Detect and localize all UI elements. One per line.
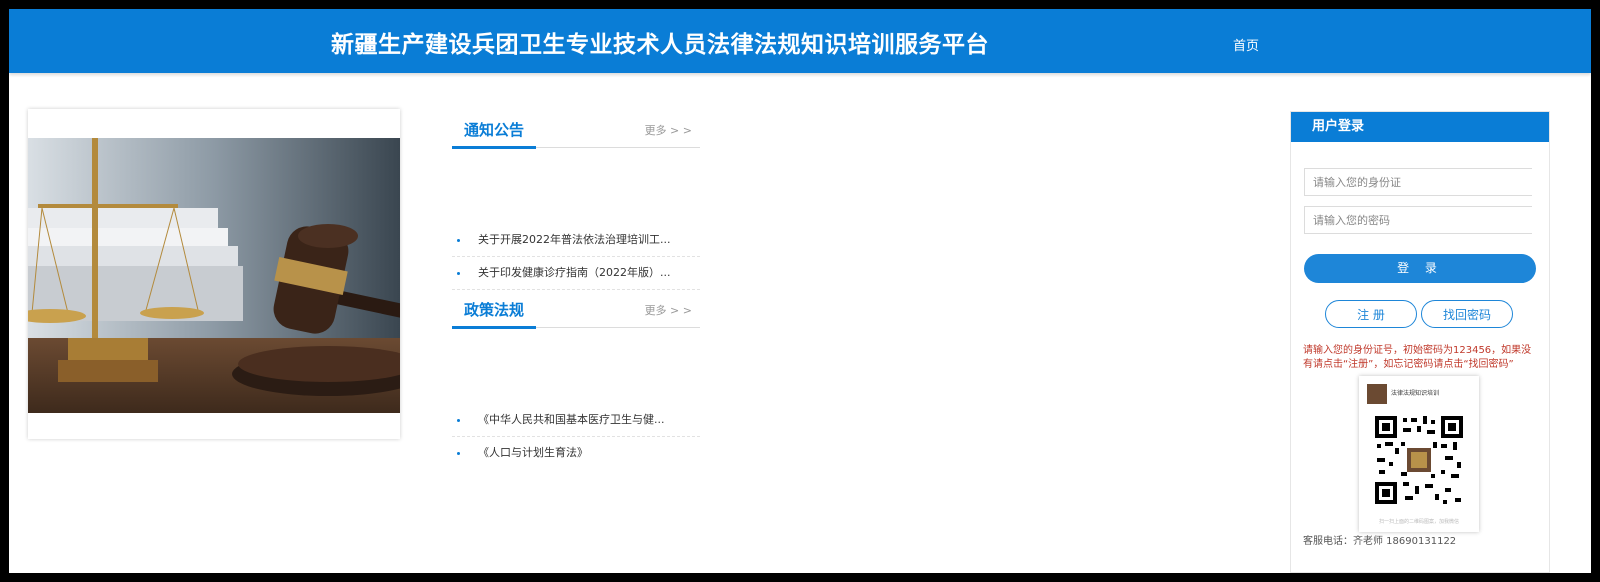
list-item[interactable]: 《中华人民共和国基本医疗卫生与健... (452, 404, 700, 437)
list-item[interactable]: 《人口与计划生育法》 (452, 437, 700, 469)
page: 新疆生产建设兵团卫生专业技术人员法律法规知识培训服务平台 首页 通知公告 更多 … (9, 9, 1591, 573)
policies-more-link[interactable]: 更多 > > (645, 302, 692, 318)
site-title: 新疆生产建设兵团卫生专业技术人员法律法规知识培训服务平台 (331, 32, 989, 58)
wechat-qr-card: 法律法规知识培训 扫一扫上面的二维码图案，加我微信 (1359, 376, 1479, 532)
bullet-icon (457, 452, 460, 455)
recover-password-button[interactable]: 找回密码 (1421, 300, 1513, 328)
list-item-label: 关于印发健康诊疗指南（2022年版）... (478, 266, 671, 279)
bullet-icon (457, 272, 460, 275)
register-button[interactable]: 注 册 (1325, 300, 1417, 328)
gavel-scales-illustration (28, 138, 400, 413)
qr-footer: 扫一扫上面的二维码图案，加我微信 (1378, 519, 1459, 525)
nav-home-link[interactable]: 首页 (1233, 35, 1259, 54)
bullet-icon (457, 239, 460, 242)
banner-image (28, 109, 400, 439)
list-item-label: 关于开展2022年普法依法治理培训工... (478, 233, 671, 246)
qr-code-icon (1373, 414, 1465, 506)
notices-title: 通知公告 (464, 121, 525, 139)
list-item-label: 《人口与计划生育法》 (478, 446, 588, 459)
notices-underline (452, 146, 536, 149)
contact-phone: 客服电话：齐老师 18690131122 (1303, 536, 1457, 547)
notices-list: 关于开展2022年普法依法治理培训工... 关于印发健康诊疗指南（2022年版）… (452, 224, 700, 290)
login-button[interactable]: 登 录 (1304, 254, 1536, 283)
policies-header: 政策法规 更多 > > (452, 291, 700, 329)
id-card-input[interactable]: 请输入您的身份证 (1304, 168, 1532, 196)
site-header: 新疆生产建设兵团卫生专业技术人员法律法规知识培训服务平台 首页 (9, 9, 1591, 73)
notices-panel: 通知公告 更多 > > 关于开展2022年普法依法治理培训工... 关于印发健康… (452, 111, 700, 290)
avatar (1367, 384, 1387, 404)
password-input[interactable]: 请输入您的密码 (1304, 206, 1532, 234)
policies-list: 《中华人民共和国基本医疗卫生与健... 《人口与计划生育法》 (452, 404, 700, 469)
policies-panel: 政策法规 更多 > > 《中华人民共和国基本医疗卫生与健... 《人口与计划生育… (452, 291, 700, 469)
notices-header: 通知公告 更多 > > (452, 111, 700, 149)
policies-title: 政策法规 (464, 301, 525, 319)
list-item[interactable]: 关于开展2022年普法依法治理培训工... (452, 224, 700, 257)
login-tip: 请输入您的身份证号，初始密码为123456，如果没有请点击“注册”，如忘记密码请… (1303, 345, 1532, 370)
login-panel: 用户登录 请输入您的身份证 请输入您的密码 登 录 注 册 找回密码 请输入您的… (1290, 111, 1550, 573)
bullet-icon (457, 419, 460, 422)
list-item-label: 《中华人民共和国基本医疗卫生与健... (478, 413, 665, 426)
policies-underline (452, 326, 536, 329)
qr-caption: 法律法规知识培训 (1391, 390, 1440, 397)
login-title: 用户登录 (1291, 112, 1549, 142)
list-item[interactable]: 关于印发健康诊疗指南（2022年版）... (452, 257, 700, 290)
notices-more-link[interactable]: 更多 > > (645, 122, 692, 138)
